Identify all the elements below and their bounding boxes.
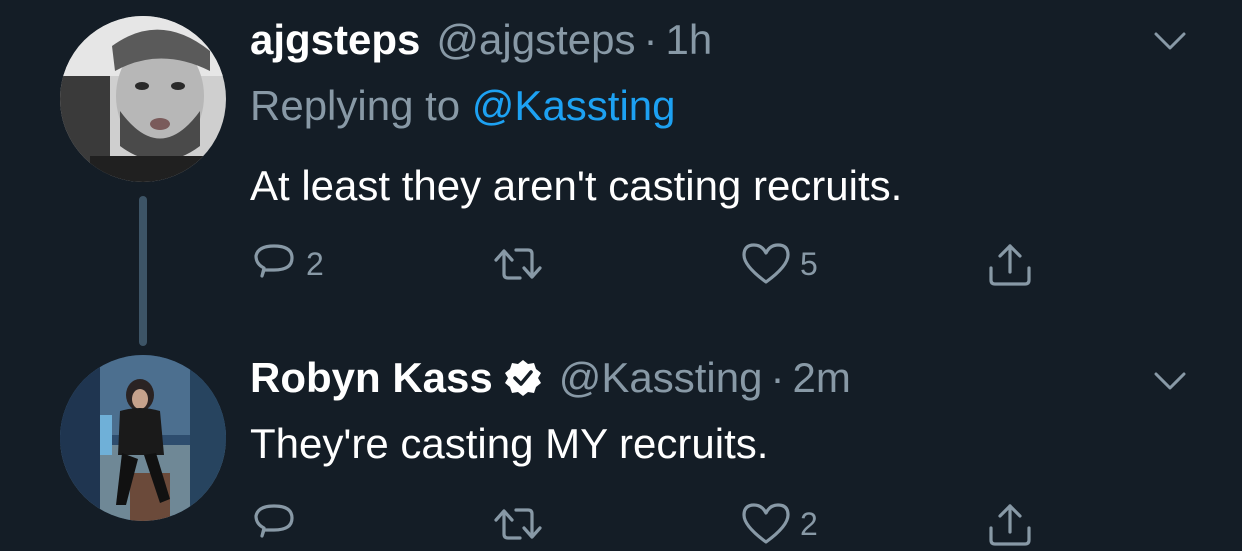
user-handle[interactable]: @Kassting — [559, 354, 763, 402]
tweet-actions: 2 — [250, 500, 1050, 550]
tweet-text: They're casting MY recruits. — [250, 420, 769, 467]
reply-icon — [254, 504, 294, 538]
tweet-robyn-kass[interactable]: Robyn Kass @Kassting · 2m They're castin… — [0, 340, 1242, 551]
separator-dot: · — [643, 16, 658, 63]
share-button[interactable] — [985, 500, 1035, 550]
thread-line — [139, 196, 147, 346]
like-button[interactable]: 5 — [740, 240, 818, 288]
retweet-icon — [494, 248, 542, 280]
timestamp[interactable]: 2m — [792, 354, 850, 402]
avatar[interactable] — [60, 355, 226, 521]
replying-to: Replying to @Kassting — [250, 82, 676, 130]
retweet-button[interactable] — [490, 240, 554, 288]
replying-to-label: Replying to — [250, 82, 461, 129]
share-button[interactable] — [985, 240, 1035, 290]
reply-count: 2 — [306, 245, 324, 282]
display-name[interactable]: Robyn Kass — [250, 354, 493, 402]
chevron-down-icon[interactable] — [1150, 26, 1190, 56]
timestamp[interactable]: 1h — [665, 16, 712, 64]
heart-icon — [742, 503, 790, 544]
retweet-button[interactable] — [490, 500, 554, 548]
tweet-header: ajgsteps @ajgsteps · 1h — [250, 14, 712, 66]
like-count: 2 — [800, 505, 818, 542]
like-count: 5 — [800, 245, 818, 282]
separator-dot: · — [770, 354, 785, 401]
retweet-icon — [494, 508, 542, 540]
tweet-ajgsteps[interactable]: ajgsteps @ajgsteps · 1h Replying to @Kas… — [0, 0, 1242, 340]
share-icon — [989, 244, 1031, 286]
verified-badge-icon — [504, 360, 541, 396]
reply-icon — [254, 244, 294, 278]
user-handle[interactable]: @ajgsteps — [436, 16, 635, 64]
reply-button[interactable] — [250, 500, 306, 548]
tweet-actions: 2 5 — [250, 240, 1050, 290]
reply-button[interactable]: 2 — [250, 240, 324, 288]
display-name[interactable]: ajgsteps — [250, 16, 420, 64]
heart-icon — [742, 243, 790, 284]
share-icon — [989, 504, 1031, 546]
tweet-text: At least they aren't casting recruits. — [250, 162, 903, 209]
mention-link[interactable]: @Kassting — [472, 82, 676, 129]
chevron-down-icon[interactable] — [1150, 366, 1190, 396]
like-button[interactable]: 2 — [740, 500, 818, 548]
tweet-header: Robyn Kass @Kassting · 2m — [250, 352, 851, 404]
avatar[interactable] — [60, 16, 226, 182]
